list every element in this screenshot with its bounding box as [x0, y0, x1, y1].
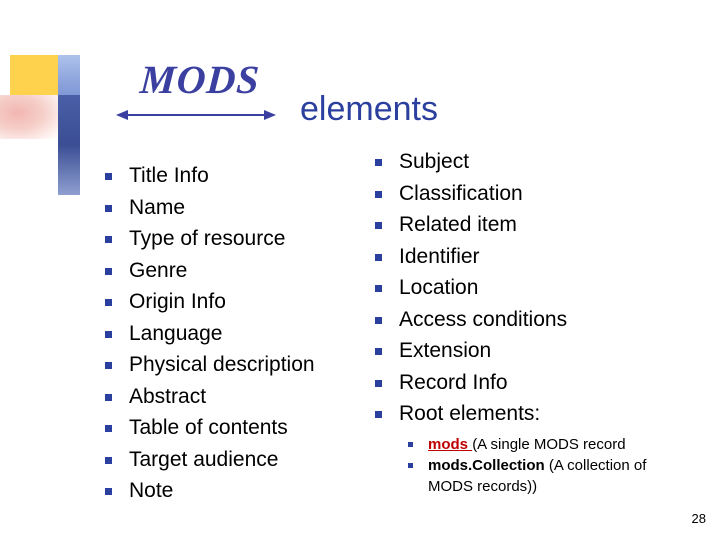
bullet-square-icon [105, 488, 112, 495]
double-arrow-icon [116, 110, 276, 120]
list-item-label: Abstract [129, 384, 207, 408]
navy-vertical-bar [58, 95, 80, 195]
blue-square [58, 55, 80, 95]
bullet-square-icon [375, 190, 382, 198]
list-item-label: Access conditions [399, 307, 568, 331]
list-item-label: Record Info [399, 370, 508, 394]
list-item-label: Language [129, 321, 223, 345]
mods-collection-label: mods.Collection [428, 456, 549, 474]
bullet-square-icon [105, 393, 112, 401]
list-item: Note [95, 475, 385, 507]
list-item-label: Identifier [399, 244, 480, 268]
list-item-label: Classification [399, 181, 523, 205]
left-bullet-column: Title Info Name Type of resource Genre O… [95, 160, 385, 507]
bullet-square-icon [375, 316, 382, 324]
list-item-label: Physical description [129, 353, 315, 376]
bullet-square-icon [105, 236, 112, 243]
list-item: Target audience [95, 444, 385, 476]
list-item: Origin Info [95, 286, 385, 318]
bullet-square-icon [375, 411, 382, 418]
bullet-square-icon [105, 267, 112, 275]
list-item: Access conditions [365, 304, 695, 336]
mods-logo-text: MODS [138, 57, 262, 102]
list-item-label: Table of contents [129, 416, 288, 439]
bullet-square-icon [105, 425, 112, 432]
list-item-label: Genre [129, 258, 188, 282]
bullet-square-icon [105, 299, 112, 306]
list-item-label: Title Info [129, 164, 209, 187]
sub-list-item: mods.Collection (A collection of MODS re… [400, 455, 695, 497]
bullet-square-icon [375, 253, 382, 261]
page-number: 28 [691, 511, 706, 526]
list-item-label: Related item [399, 213, 517, 236]
bullet-square-icon [375, 222, 382, 229]
page-title: elements [300, 90, 438, 128]
list-item-label: Type of resource [129, 227, 286, 250]
list-item: Location [365, 272, 695, 304]
list-item-label: Target audience [129, 447, 279, 471]
list-item-label: Origin Info [129, 290, 226, 313]
list-item: Genre [95, 255, 385, 287]
bullet-square-icon [105, 362, 112, 369]
sub-list-item-text: (A single MODS record [472, 435, 626, 453]
yellow-square [10, 55, 58, 95]
bullet-square-icon [408, 462, 413, 468]
list-item: Language [95, 318, 385, 350]
right-bullet-column: Subject Classification Related item Iden… [365, 146, 695, 497]
list-item: Identifier [365, 241, 695, 273]
list-item-label: Note [129, 479, 174, 502]
right-list: Subject Classification Related item Iden… [365, 146, 695, 430]
bullet-square-icon [375, 379, 382, 387]
mods-logo: MODS [110, 57, 290, 126]
sub-list-item: mods (A single MODS record [400, 434, 695, 455]
root-elements-sublist: mods (A single MODS record mods.Collecti… [365, 434, 695, 497]
bullet-square-icon [408, 441, 413, 447]
list-item: Subject [365, 146, 695, 178]
list-item: Extension [365, 335, 695, 367]
list-item: Type of resource [95, 223, 385, 255]
bullet-square-icon [375, 348, 382, 355]
list-item: Classification [365, 178, 695, 210]
list-item: Name [95, 192, 385, 224]
pink-gradient-square [0, 95, 58, 139]
list-item: Table of contents [95, 412, 385, 444]
list-item-label: Extension [399, 339, 492, 362]
list-item-label: Location [399, 276, 479, 299]
list-item: Record Info [365, 367, 695, 399]
list-item-label: Root elements: [399, 402, 541, 425]
bullet-square-icon [105, 456, 112, 464]
bullet-square-icon [375, 285, 382, 292]
bullet-square-icon [375, 159, 382, 166]
list-item: Related item [365, 209, 695, 241]
mods-link[interactable]: mods [428, 436, 472, 453]
list-item: Abstract [95, 381, 385, 413]
bullet-square-icon [105, 173, 112, 180]
bullet-square-icon [105, 204, 112, 212]
white-square [0, 139, 58, 195]
list-item: Title Info [95, 160, 385, 192]
list-item-label: Subject [399, 150, 470, 173]
left-list: Title Info Name Type of resource Genre O… [95, 160, 385, 507]
list-item: Physical description [95, 349, 385, 381]
list-item-label: Name [129, 195, 186, 219]
bullet-square-icon [105, 330, 112, 338]
list-item: Root elements: [365, 398, 695, 430]
